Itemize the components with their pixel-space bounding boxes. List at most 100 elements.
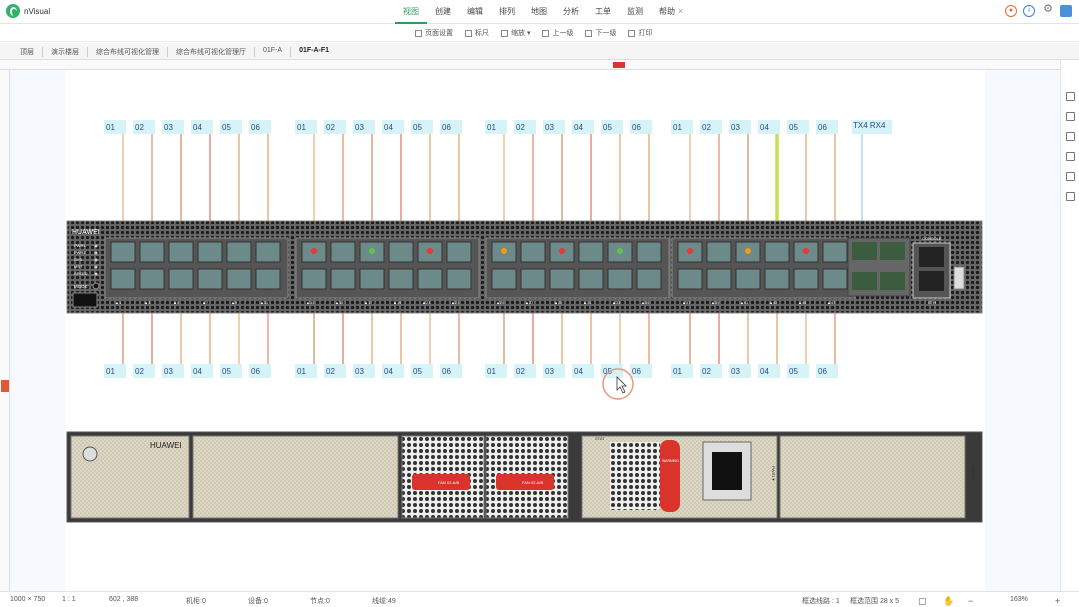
cable-label[interactable]: 04 xyxy=(384,367,393,376)
notification-icon[interactable]: ● xyxy=(1005,5,1017,17)
ethernet-port-bottom[interactable] xyxy=(764,268,790,290)
cable-label[interactable]: 06 xyxy=(818,123,827,132)
menu-edit[interactable]: 编辑 xyxy=(459,0,491,24)
cable-label[interactable]: 02 xyxy=(516,367,525,376)
cable-label[interactable]: 02 xyxy=(135,123,144,132)
level-down-button[interactable]: 下一级 xyxy=(585,28,616,38)
page-setup-button[interactable]: 页面设置 xyxy=(415,28,453,38)
menu-monitor[interactable]: 监测 xyxy=(619,0,651,24)
ethernet-port-bottom[interactable] xyxy=(359,268,385,290)
user-avatar-icon[interactable] xyxy=(1060,5,1072,17)
cable-label[interactable]: 01 xyxy=(106,123,115,132)
cable-label[interactable]: 03 xyxy=(164,123,173,132)
ethernet-port-top[interactable] xyxy=(110,241,136,263)
ethernet-port-bottom[interactable] xyxy=(735,268,761,290)
cable-label[interactable]: 01 xyxy=(673,123,682,132)
breadcrumb-item[interactable]: 顶层 xyxy=(12,47,43,57)
info-icon[interactable]: i xyxy=(1023,5,1035,17)
ethernet-port-bottom[interactable] xyxy=(301,268,327,290)
ethernet-port-bottom[interactable] xyxy=(139,268,165,290)
cable-label[interactable]: 02 xyxy=(702,367,711,376)
cable-label[interactable]: 04 xyxy=(760,123,769,132)
zoom-in-icon[interactable]: + xyxy=(1055,596,1060,606)
cable-label[interactable]: 05 xyxy=(222,367,231,376)
zoom-button[interactable]: 缩放 ▾ xyxy=(501,28,530,38)
cable-label[interactable]: 05 xyxy=(789,123,798,132)
psu-2[interactable] xyxy=(779,435,966,519)
menu-view[interactable]: 视图 xyxy=(395,0,427,24)
breadcrumb-item[interactable]: 演示楼层 xyxy=(43,47,88,57)
ethernet-port-top[interactable] xyxy=(446,241,472,263)
hand-icon[interactable]: ✋ xyxy=(943,596,954,607)
properties-icon[interactable] xyxy=(1066,112,1075,121)
cable-label[interactable]: 06 xyxy=(442,123,451,132)
cable-label[interactable]: 03 xyxy=(545,123,554,132)
cable-label[interactable]: 05 xyxy=(789,367,798,376)
breadcrumb-item[interactable]: 综合布线可视化管理 xyxy=(88,47,168,57)
ethernet-port-bottom[interactable] xyxy=(520,268,546,290)
ethernet-port-top[interactable] xyxy=(255,241,281,263)
ethernet-port-bottom[interactable] xyxy=(607,268,633,290)
ethernet-port-top[interactable] xyxy=(578,241,604,263)
cable-label[interactable]: 02 xyxy=(326,123,335,132)
layers-icon[interactable] xyxy=(1066,92,1075,101)
cable-label[interactable]: 04 xyxy=(384,123,393,132)
ruler-button[interactable]: 标尺 xyxy=(465,28,489,38)
list-icon[interactable] xyxy=(1066,172,1075,181)
ethernet-port-bottom[interactable] xyxy=(677,268,703,290)
cable-label[interactable]: 01 xyxy=(487,123,496,132)
cable-label[interactable]: 03 xyxy=(355,367,364,376)
cable-label[interactable]: 05 xyxy=(413,123,422,132)
fit-icon[interactable]: ▢ xyxy=(918,596,927,607)
ethernet-port-bottom[interactable] xyxy=(110,268,136,290)
ethernet-port-bottom[interactable] xyxy=(491,268,517,290)
ethernet-port-top[interactable] xyxy=(197,241,223,263)
ethernet-port-bottom[interactable] xyxy=(578,268,604,290)
menu-workorder[interactable]: 工单 xyxy=(587,0,619,24)
cable-label[interactable]: 06 xyxy=(442,367,451,376)
cable-label[interactable]: 02 xyxy=(135,367,144,376)
cable-label[interactable]: 03 xyxy=(731,367,740,376)
ethernet-port-bottom[interactable] xyxy=(706,268,732,290)
ethernet-port-bottom[interactable] xyxy=(793,268,819,290)
ethernet-port-top[interactable] xyxy=(330,241,356,263)
menu-map[interactable]: 地图 xyxy=(523,0,555,24)
cable-label[interactable]: 03 xyxy=(731,123,740,132)
ethernet-port-top[interactable] xyxy=(520,241,546,263)
zoom-out-icon[interactable]: − xyxy=(968,596,973,606)
ethernet-port-top[interactable] xyxy=(764,241,790,263)
cable-label[interactable]: 02 xyxy=(516,123,525,132)
ethernet-port-bottom[interactable] xyxy=(255,268,281,290)
cable-label[interactable]: 01 xyxy=(487,367,496,376)
cable-label[interactable]: 01 xyxy=(106,367,115,376)
ethernet-port-bottom[interactable] xyxy=(226,268,252,290)
tree-icon[interactable] xyxy=(1066,132,1075,141)
ethernet-port-top[interactable] xyxy=(388,241,414,263)
cable-label[interactable]: 06 xyxy=(632,123,641,132)
cable-label[interactable]: 04 xyxy=(760,367,769,376)
gear-icon[interactable]: ⚙ xyxy=(1042,4,1054,17)
cable-label[interactable]: 01 xyxy=(297,123,306,132)
route-icon[interactable] xyxy=(1066,152,1075,161)
ethernet-port-bottom[interactable] xyxy=(330,268,356,290)
ethernet-port-bottom[interactable] xyxy=(168,268,194,290)
ethernet-port-top[interactable] xyxy=(706,241,732,263)
menu-analysis[interactable]: 分析 xyxy=(555,0,587,24)
cable-label[interactable]: 04 xyxy=(193,367,202,376)
menu-arrange[interactable]: 排列 xyxy=(491,0,523,24)
cable-label[interactable]: 06 xyxy=(818,367,827,376)
cable-label[interactable]: 04 xyxy=(193,123,202,132)
export-icon[interactable] xyxy=(1066,192,1075,201)
cable-label[interactable]: 01 xyxy=(297,367,306,376)
ethernet-port-bottom[interactable] xyxy=(822,268,848,290)
cable-label[interactable]: 06 xyxy=(632,367,641,376)
ethernet-port-bottom[interactable] xyxy=(388,268,414,290)
ethernet-port-bottom[interactable] xyxy=(446,268,472,290)
cable-label[interactable]: 02 xyxy=(702,123,711,132)
level-up-button[interactable]: 上一级 xyxy=(542,28,573,38)
cable-label[interactable]: 05 xyxy=(603,123,612,132)
ethernet-port-top[interactable] xyxy=(822,241,848,263)
ethernet-port-bottom[interactable] xyxy=(549,268,575,290)
ethernet-port-bottom[interactable] xyxy=(197,268,223,290)
tx-rx-label[interactable]: TX4 RX4 xyxy=(853,121,886,130)
